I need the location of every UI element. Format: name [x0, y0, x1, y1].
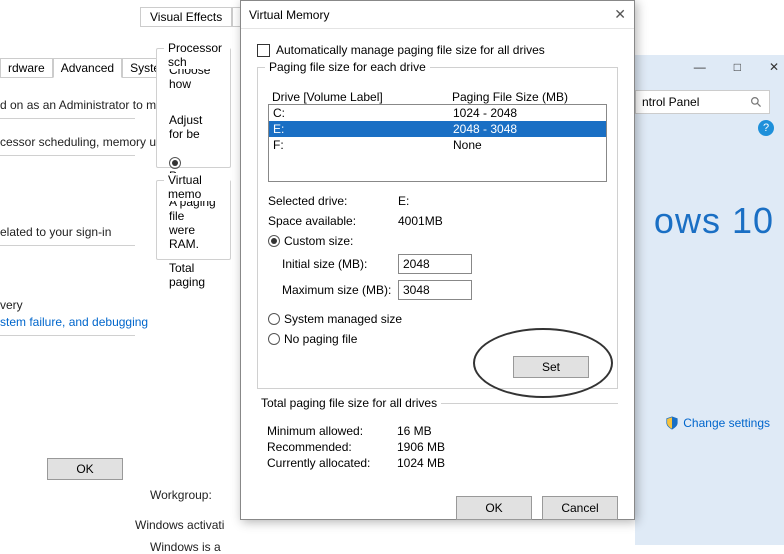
- virtual-memory-dialog: Virtual Memory ✕ Automatically manage pa…: [240, 0, 635, 520]
- activation-label: Windows activati: [135, 518, 224, 532]
- windows-is-label: Windows is a: [150, 540, 221, 554]
- divider: [0, 118, 135, 119]
- help-icon[interactable]: ?: [758, 120, 774, 136]
- tab-visual-effects[interactable]: Visual Effects: [140, 7, 232, 27]
- dialog-title: Virtual Memory: [249, 8, 329, 22]
- totals-section: Total paging file size for all drives Mi…: [257, 403, 618, 470]
- change-settings-link[interactable]: Change settings: [665, 416, 770, 430]
- window-controls: — □ ✕: [694, 60, 779, 74]
- drive-row[interactable]: F: None: [269, 137, 606, 153]
- processor-scheduling-group: Processor sch Choose how Adjust for be P…: [156, 48, 231, 168]
- divider: [0, 335, 135, 336]
- sched-hint: cessor scheduling, memory u: [0, 135, 156, 149]
- currently-allocated-value: 1024 MB: [397, 456, 445, 470]
- totals-title: Total paging file size for all drives: [257, 396, 441, 410]
- tab-advanced[interactable]: Advanced: [53, 58, 122, 78]
- recommended-key: Recommended:: [257, 440, 397, 454]
- checkbox-icon: [257, 44, 270, 57]
- ok-button[interactable]: OK: [456, 496, 532, 520]
- group-title: Virtual memo: [164, 173, 230, 201]
- total-paging-label: Total paging: [169, 261, 218, 289]
- cancel-button[interactable]: Cancel: [542, 496, 618, 520]
- paging-desc-2: were RAM.: [169, 223, 218, 251]
- maximum-size-label: Maximum size (MB):: [268, 283, 398, 297]
- signin-hint: elated to your sign-in: [0, 225, 111, 239]
- admin-hint: d on as an Administrator to m: [0, 98, 156, 112]
- auto-manage-checkbox[interactable]: Automatically manage paging file size fo…: [257, 43, 545, 57]
- dialog-titlebar[interactable]: Virtual Memory ✕: [241, 1, 634, 29]
- selected-drive-key: Selected drive:: [268, 194, 398, 208]
- space-available-value: 4001MB: [398, 214, 443, 228]
- custom-size-option[interactable]: Custom size:: [268, 234, 607, 248]
- min-allowed-value: 16 MB: [397, 424, 432, 438]
- space-available-key: Space available:: [268, 214, 398, 228]
- recovery-h: very: [0, 298, 23, 312]
- selected-drive-value: E:: [398, 194, 409, 208]
- drive-list[interactable]: C: 1024 - 2048 E: 2048 - 3048 F: None: [268, 104, 607, 182]
- recovery-hint: stem failure, and debugging: [0, 315, 148, 329]
- drive-list-header: Drive [Volume Label] Paging File Size (M…: [268, 90, 607, 104]
- col-drive: Drive [Volume Label]: [272, 90, 452, 104]
- windows-10-brand: ows 10: [654, 200, 774, 242]
- paging-size-fieldset: Paging file size for each drive Drive [V…: [257, 67, 618, 389]
- radio-icon: [268, 313, 280, 325]
- bg-tabs-left: rdware Advanced Syster: [0, 58, 172, 78]
- currently-allocated-key: Currently allocated:: [257, 456, 397, 470]
- min-allowed-key: Minimum allowed:: [257, 424, 397, 438]
- divider: [0, 245, 135, 246]
- maximize-icon[interactable]: □: [734, 60, 741, 74]
- shield-icon: [665, 416, 679, 430]
- divider: [0, 155, 135, 156]
- col-size: Paging File Size (MB): [452, 90, 568, 104]
- drive-row[interactable]: E: 2048 - 3048: [269, 121, 606, 137]
- tab-hardware[interactable]: rdware: [0, 58, 53, 78]
- maximum-size-input[interactable]: [398, 280, 472, 300]
- initial-size-label: Initial size (MB):: [268, 257, 398, 271]
- system-managed-option[interactable]: System managed size: [268, 312, 607, 326]
- winclose-icon[interactable]: ✕: [769, 60, 779, 74]
- radio-icon: [268, 235, 280, 247]
- drive-row[interactable]: C: 1024 - 2048: [269, 105, 606, 121]
- search-icon: [750, 96, 763, 109]
- radio-icon: [268, 333, 280, 345]
- breadcrumb-fragment: ntrol Panel: [642, 95, 699, 109]
- virtual-memory-group-left: Virtual memo A paging file were RAM. Tot…: [156, 180, 231, 260]
- annotation-oval: [473, 328, 613, 398]
- initial-size-input[interactable]: [398, 254, 472, 274]
- group-title: Processor sch: [164, 41, 230, 69]
- adjust-label: Adjust for be: [169, 113, 218, 141]
- close-icon[interactable]: ✕: [614, 6, 626, 23]
- fieldset-legend: Paging file size for each drive: [265, 60, 430, 74]
- recommended-value: 1906 MB: [397, 440, 445, 454]
- dialog-buttons: OK Cancel: [241, 486, 634, 530]
- control-panel-search[interactable]: ntrol Panel: [635, 90, 770, 114]
- minimize-icon[interactable]: —: [694, 60, 706, 74]
- radio-icon: [169, 157, 181, 169]
- workgroup-label: Workgroup:: [150, 488, 212, 502]
- bg-ok-button[interactable]: OK: [47, 458, 123, 480]
- change-settings-label: Change settings: [683, 416, 770, 430]
